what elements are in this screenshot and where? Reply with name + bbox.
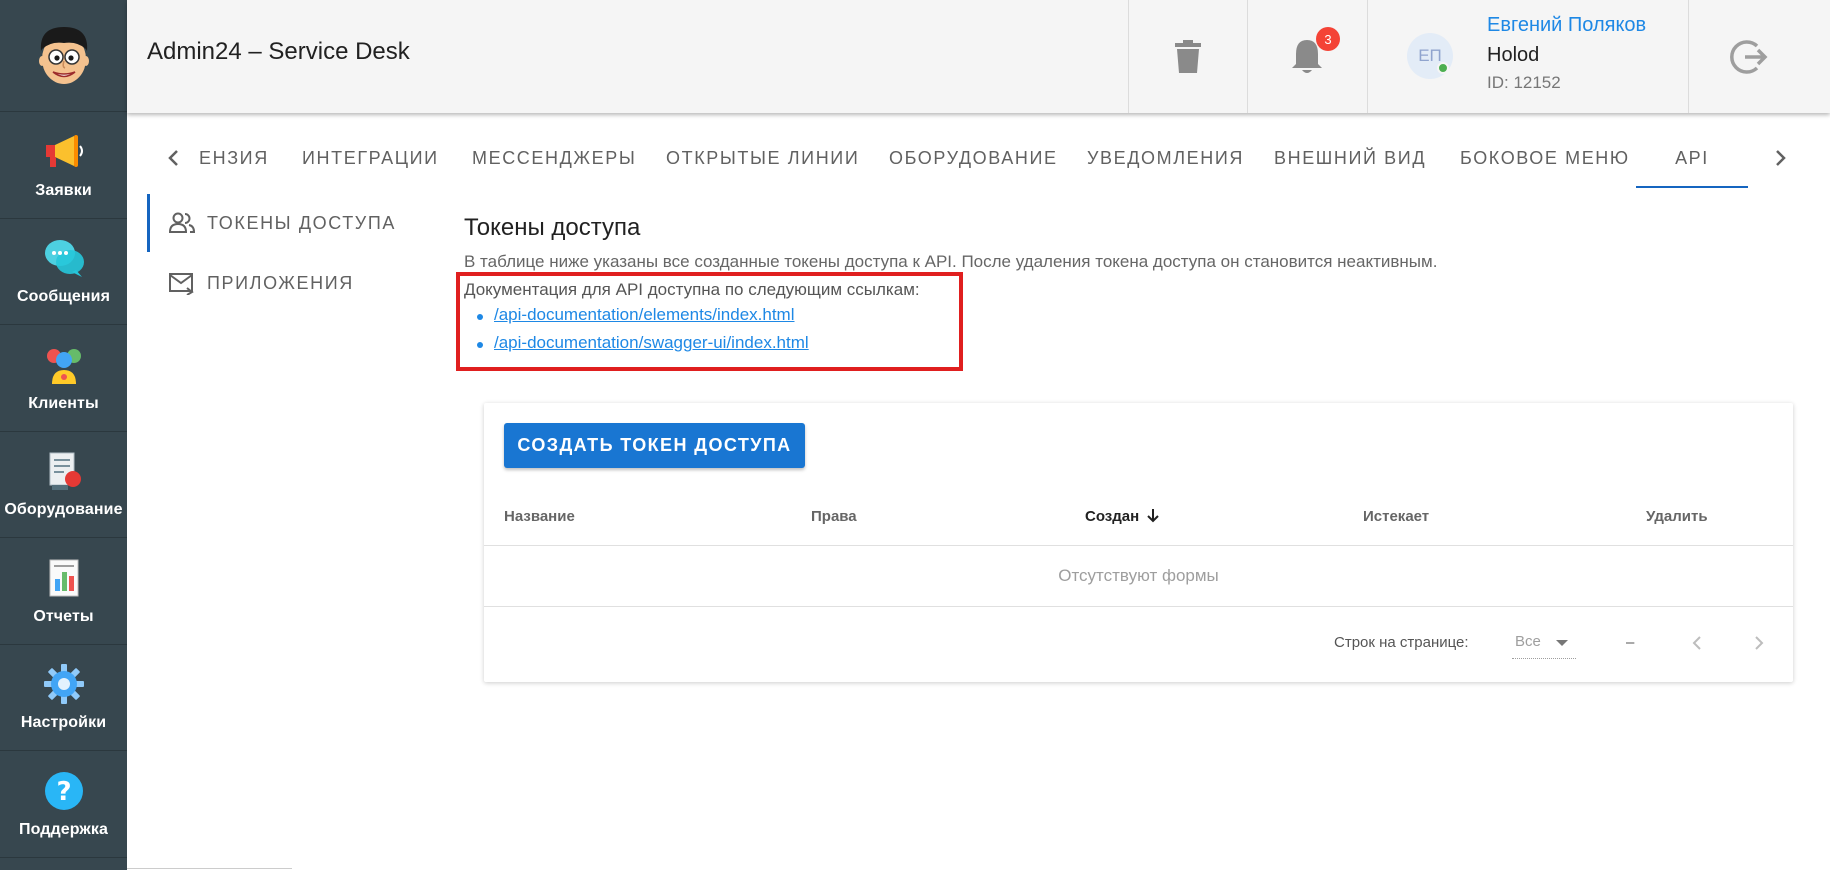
tab-notifications[interactable]: Уведомления [1087,128,1244,188]
app-logo[interactable] [0,0,127,112]
user-id: ID: 12152 [1487,73,1561,92]
tabs-scroll-right-button[interactable] [1757,128,1805,188]
mail-icon [167,268,197,298]
megaphone-icon [42,130,86,174]
mascot-logo-icon [38,26,89,84]
subnav-item-access-tokens[interactable]: Токены доступа [147,194,396,252]
sidebar-item-label: Настройки [20,714,107,732]
chat-bubbles-icon [42,236,86,280]
next-page-button[interactable] [1741,625,1777,661]
sidebar-item-reports[interactable]: Отчеты [0,538,127,645]
documentation-text: Документация для API доступна по следующ… [464,280,920,299]
chevron-left-icon [168,150,178,166]
chevron-left-icon [1692,636,1701,650]
pagination-range: – [1626,634,1635,651]
logout-icon [1730,39,1768,74]
online-status-dot [1437,62,1449,74]
column-header-delete[interactable]: Удалить [1646,508,1708,525]
column-header-label: Создан [1085,508,1140,525]
tokens-table-card: СОЗДАТЬ ТОКЕН ДОСТУПА Название Права Соз… [484,403,1793,682]
elements-docs-link[interactable]: /api-documentation/elements/index.html [494,305,795,324]
table-footer-divider [484,606,1793,607]
notifications-count-badge: 3 [1316,27,1340,51]
subnav-item-label: Приложения [207,272,354,293]
tab-open-lines[interactable]: Открытые линии [666,128,859,188]
sidebar-item-label: Клиенты [28,394,99,412]
sidebar-item-label: Поддержка [19,820,108,838]
tab-equipment[interactable]: Оборудование [889,128,1058,188]
column-header-expires[interactable]: Истекает [1363,508,1429,525]
equipment-icon [42,449,86,493]
trash-button[interactable] [1129,0,1247,113]
trash-icon [1175,39,1201,73]
column-header-created[interactable]: Создан [1085,508,1160,525]
subnav-item-applications[interactable]: Приложения [147,254,354,312]
rows-per-page-value: Все [1515,633,1541,650]
tab-side-menu[interactable]: Боковое меню [1460,128,1630,188]
app-title: Admin24 – Service Desk [147,38,410,65]
sort-arrow-down-icon [1147,509,1160,523]
user-name-link[interactable]: Евгений Поляков [1487,14,1646,37]
tab-integrations[interactable]: Интеграции [302,128,439,188]
gear-icon [42,662,86,706]
chevron-right-icon [1755,636,1764,650]
top-header: Admin24 – Service Desk 3 ЕП Евгений Поля… [127,0,1830,113]
swagger-docs-link[interactable]: /api-documentation/swagger-ui/index.html [494,333,809,352]
tab-messengers[interactable]: Мессенджеры [472,128,636,188]
logout-button[interactable] [1689,0,1809,113]
sidebar-item-equipment[interactable]: Оборудование [0,432,127,538]
rows-per-page-label: Строк на странице: [1334,634,1469,651]
header-divider [1367,0,1368,113]
sidebar-item-support[interactable]: ? Поддержка [0,751,127,858]
user-organization: Holod [1487,44,1540,66]
create-access-token-button[interactable]: СОЗДАТЬ ТОКЕН ДОСТУПА [504,423,805,468]
empty-table-message: Отсутствуют формы [1058,566,1219,585]
page-title: Токены доступа [464,214,641,241]
sidebar-item-clients[interactable]: Клиенты [0,325,127,432]
list-item: /api-documentation/swagger-ui/index.html [477,333,809,361]
svg-text:?: ? [56,777,71,807]
notifications-button[interactable]: 3 [1248,0,1366,113]
previous-page-button[interactable] [1679,625,1715,661]
documentation-links: /api-documentation/elements/index.html /… [477,305,809,361]
tabs-scroll-left-button[interactable] [149,128,197,188]
divider [127,868,292,869]
sidebar-item-label: Заявки [35,181,92,199]
clients-icon [42,343,86,387]
rows-per-page-select[interactable]: Все [1512,629,1576,659]
sidebar: Заявки Сообщения Клиенты Оборудование От… [0,0,127,870]
column-header-permissions[interactable]: Права [811,508,857,525]
sidebar-item-label: Оборудование [4,501,123,519]
sidebar-item-requests[interactable]: Заявки [0,112,127,219]
help-icon: ? [42,769,86,813]
tab-appearance[interactable]: Внешний вид [1274,128,1426,188]
caret-down-icon [1556,640,1568,646]
list-item: /api-documentation/elements/index.html [477,305,809,333]
sidebar-item-label: Сообщения [16,288,111,306]
sidebar-item-settings[interactable]: Настройки [0,645,127,751]
sidebar-item-label: Отчеты [33,607,94,625]
column-header-name[interactable]: Название [504,508,575,525]
page-description: В таблице ниже указаны все созданные ток… [464,252,1438,271]
tab-license[interactable]: ензия [199,128,319,188]
chevron-right-icon [1776,150,1786,166]
settings-tabs: ензия Интеграции Мессенджеры Открытые ли… [127,128,1830,188]
reports-icon [42,556,86,600]
users-icon [167,208,197,238]
sidebar-item-messages[interactable]: Сообщения [0,219,127,325]
subnav-item-label: Токены доступа [207,212,396,233]
tab-api[interactable]: API [1636,128,1748,188]
